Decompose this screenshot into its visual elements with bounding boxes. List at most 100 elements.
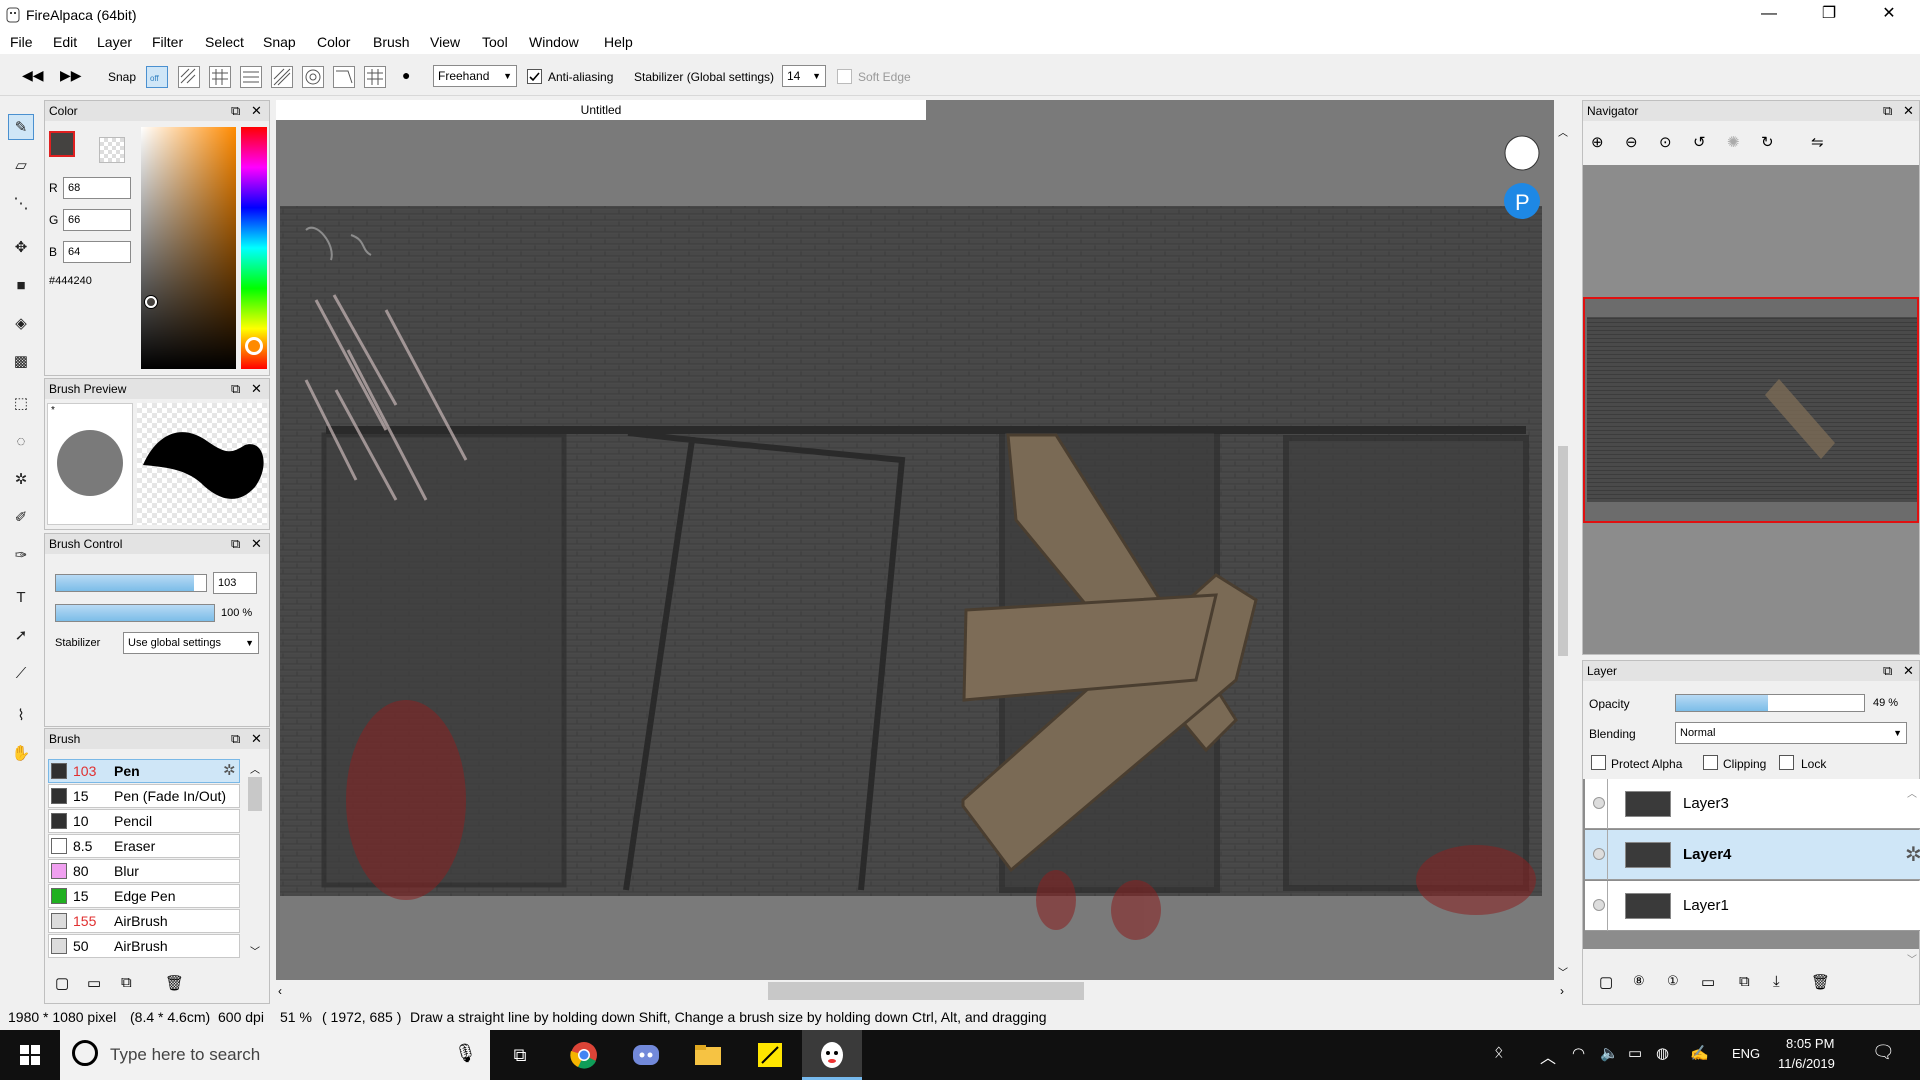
brush-folder-icon[interactable]: ▭: [87, 974, 101, 992]
protect-alpha-checkbox[interactable]: [1591, 755, 1606, 770]
b-value-input[interactable]: 64: [63, 241, 131, 263]
pen-tool-icon[interactable]: ✎: [8, 114, 34, 140]
eyedropper-tool-icon[interactable]: ⌇: [8, 702, 34, 728]
hand-tool-icon[interactable]: ✋: [8, 740, 34, 766]
brush-settings-gear-icon[interactable]: ✲: [223, 760, 236, 782]
select-eraser-tool-icon[interactable]: ✑: [8, 542, 34, 568]
brush-size-input[interactable]: 103: [213, 572, 257, 594]
new-brush-icon[interactable]: ▢: [55, 974, 69, 992]
scroll-up-icon[interactable]: ︿: [1907, 785, 1917, 800]
scroll-up-icon[interactable]: ︿: [250, 761, 260, 776]
rotate-reset-icon[interactable]: ✺: [1727, 133, 1740, 151]
lock-checkbox[interactable]: [1779, 755, 1794, 770]
brush-item[interactable]: 155 AirBrush: [48, 909, 240, 933]
redo-icon[interactable]: ▶▶: [60, 67, 82, 84]
brush-item[interactable]: 80 Blur: [48, 859, 240, 883]
canvas-artwork[interactable]: P: [276, 100, 1560, 980]
stabilizer-select[interactable]: 14 ▼: [782, 65, 826, 87]
restore-button[interactable]: ❐: [1806, 0, 1852, 30]
taskbar-search-box[interactable]: Type here to search 🎙: [60, 1030, 490, 1080]
layer-folder-icon[interactable]: ▭: [1701, 973, 1715, 991]
zoom-out-icon[interactable]: ⊖: [1625, 133, 1638, 151]
microphone-icon[interactable]: 🎙: [454, 1043, 477, 1064]
scroll-up-icon[interactable]: ︿: [1558, 124, 1568, 139]
delete-brush-icon[interactable]: 🗑: [165, 974, 184, 992]
undock-icon[interactable]: ⧉: [231, 101, 240, 121]
lasso-tool-icon[interactable]: ◌: [8, 428, 34, 454]
brush-list-scrollbar[interactable]: ︿ ﹀: [245, 759, 265, 959]
snap-crisscross-icon[interactable]: [240, 66, 262, 88]
battery-icon[interactable]: ▭: [1628, 1044, 1642, 1062]
menu-help[interactable]: Help: [604, 34, 633, 50]
divide-tool-icon[interactable]: ⟋: [8, 660, 34, 686]
snap-perspective-icon[interactable]: [271, 66, 293, 88]
tray-app-icon[interactable]: ◍: [1656, 1044, 1669, 1062]
snap-settings-icon[interactable]: [364, 66, 386, 88]
clock-time[interactable]: 8:05 PM: [1786, 1036, 1834, 1051]
navigator-viewport[interactable]: [1583, 297, 1919, 523]
g-value-input[interactable]: 66: [63, 209, 131, 231]
draw-mode-select[interactable]: Freehand ▼: [433, 65, 517, 87]
select-tool-icon[interactable]: ⬚: [8, 390, 34, 416]
scroll-down-icon[interactable]: ﹀: [1558, 964, 1568, 979]
undock-icon[interactable]: ⧉: [1883, 101, 1892, 121]
hue-slider-handle[interactable]: [245, 337, 263, 355]
brush-opacity-slider[interactable]: [55, 604, 215, 622]
close-icon[interactable]: ✕: [1903, 661, 1914, 681]
menu-snap[interactable]: Snap: [263, 34, 296, 50]
scroll-down-icon[interactable]: ﹀: [1907, 951, 1917, 966]
navigator-preview[interactable]: [1583, 165, 1919, 654]
language-indicator[interactable]: ENG: [1732, 1046, 1760, 1061]
menu-color[interactable]: Color: [317, 34, 350, 50]
scroll-left-icon[interactable]: ‹: [278, 984, 282, 998]
layer-settings-gear-icon[interactable]: ✲: [1905, 842, 1920, 867]
dot-tool-icon[interactable]: ⋱: [8, 190, 34, 216]
transparent-color-swatch[interactable]: [99, 137, 125, 163]
menu-window[interactable]: Window: [529, 34, 579, 50]
zoom-fit-icon[interactable]: ⊙: [1659, 133, 1672, 151]
move-tool-icon[interactable]: ✥: [8, 234, 34, 260]
menu-filter[interactable]: Filter: [152, 34, 183, 50]
fill-tool-icon[interactable]: ■: [8, 272, 34, 298]
select-pen-tool-icon[interactable]: ✐: [8, 504, 34, 530]
undock-icon[interactable]: ⧉: [231, 534, 240, 554]
discord-icon[interactable]: [616, 1030, 676, 1080]
close-button[interactable]: ✕: [1866, 0, 1912, 30]
menu-brush[interactable]: Brush: [373, 34, 410, 50]
snap-off-button[interactable]: off: [146, 66, 168, 88]
new-1bit-layer-icon[interactable]: ①: [1667, 973, 1679, 989]
canvas-vscroll-thumb[interactable]: [1558, 446, 1568, 656]
menu-edit[interactable]: Edit: [53, 34, 77, 50]
scroll-down-icon[interactable]: ﹀: [250, 943, 260, 958]
layer-opacity-slider[interactable]: [1675, 694, 1865, 712]
clock-date[interactable]: 11/6/2019: [1778, 1056, 1835, 1071]
soft-edge-checkbox[interactable]: [837, 69, 852, 84]
alpaca-avatar-icon[interactable]: [1504, 135, 1540, 171]
layer-visibility-icon[interactable]: [1593, 848, 1605, 860]
flip-horizontal-icon[interactable]: ⇋: [1811, 133, 1824, 151]
menu-select[interactable]: Select: [205, 34, 244, 50]
people-icon[interactable]: ᛟ: [1494, 1044, 1504, 1062]
gradient-tool-icon[interactable]: ▩: [8, 348, 34, 374]
undock-icon[interactable]: ⧉: [1883, 661, 1892, 681]
zoom-in-icon[interactable]: ⊕: [1591, 133, 1604, 151]
task-view-icon[interactable]: ⧉: [490, 1030, 550, 1080]
layer-row[interactable]: Layer4 ✲: [1585, 830, 1920, 880]
operation-tool-icon[interactable]: ➚: [8, 622, 34, 648]
blending-select[interactable]: Normal ▼: [1675, 722, 1907, 744]
close-icon[interactable]: ✕: [251, 101, 262, 121]
brush-item[interactable]: 10 Pencil: [48, 809, 240, 833]
undock-icon[interactable]: ⧉: [231, 379, 240, 399]
merge-layer-icon[interactable]: ⤓: [1773, 973, 1780, 990]
file-explorer-icon[interactable]: [678, 1030, 738, 1080]
snap-concentric-icon[interactable]: [302, 66, 324, 88]
clipping-checkbox[interactable]: [1703, 755, 1718, 770]
show-hidden-icons[interactable]: ︿: [1540, 1044, 1556, 1068]
rotate-right-icon[interactable]: ↻: [1761, 133, 1774, 151]
r-value-input[interactable]: 68: [63, 177, 131, 199]
minimize-button[interactable]: —: [1746, 0, 1792, 30]
new-8bit-layer-icon[interactable]: ⑧: [1633, 973, 1645, 989]
close-icon[interactable]: ✕: [251, 379, 262, 399]
canvas-hscroll[interactable]: ‹ ›: [276, 980, 1570, 1002]
close-icon[interactable]: ✕: [251, 534, 262, 554]
